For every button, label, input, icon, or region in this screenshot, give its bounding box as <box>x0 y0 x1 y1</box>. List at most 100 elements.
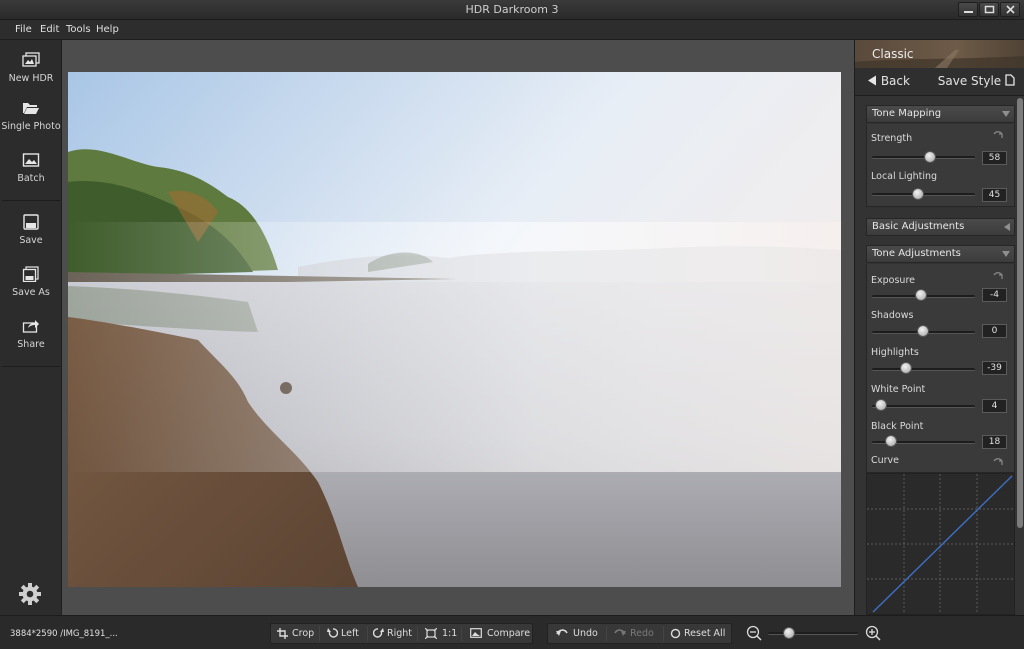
save-button[interactable]: Save <box>0 206 62 256</box>
local-lighting-value[interactable]: 45 <box>982 188 1007 202</box>
single-photo-button[interactable]: Single Photo <box>0 92 62 142</box>
section-header-tone-adjustments[interactable]: Tone Adjustments <box>866 245 1015 263</box>
close-icon <box>1006 5 1015 14</box>
chevron-left-icon <box>1004 223 1010 231</box>
crop-icon <box>277 628 288 639</box>
highlights-slider-handle[interactable] <box>900 362 912 374</box>
zoom-slider[interactable] <box>768 632 858 635</box>
menu-help[interactable]: Help <box>96 24 119 35</box>
reset-all-button[interactable]: Reset All <box>665 624 731 643</box>
left-toolbar: New HDR Single Photo Batch Save Save As … <box>0 40 62 615</box>
highlights-slider[interactable] <box>872 368 975 371</box>
close-button[interactable] <box>1000 2 1020 17</box>
curve-label: Curve <box>871 455 900 466</box>
photo-preview[interactable] <box>68 72 841 587</box>
exposure-value[interactable]: -4 <box>982 288 1007 302</box>
section-title: Tone Adjustments <box>872 248 961 259</box>
crop-button[interactable]: Crop <box>271 624 319 643</box>
exposure-slider-handle[interactable] <box>915 289 927 301</box>
compare-image-icon <box>470 628 482 638</box>
toolbar-divider <box>2 200 60 201</box>
strength-value[interactable]: 58 <box>982 151 1007 165</box>
share-arrow-icon <box>22 320 39 333</box>
gear-icon[interactable] <box>18 582 42 606</box>
style-name: Classic <box>872 47 914 61</box>
new-hdr-label: New HDR <box>8 73 54 84</box>
actual-size-label: 1:1 <box>442 628 458 639</box>
redo-icon <box>614 629 626 636</box>
rotate-right-button[interactable]: Right <box>369 624 417 643</box>
actual-size-button[interactable]: 1:1 <box>419 624 461 643</box>
save-label: Save <box>19 235 43 246</box>
maximize-button[interactable] <box>979 2 999 17</box>
reset-arrow-icon[interactable] <box>993 272 1003 280</box>
reset-arrow-icon[interactable] <box>993 458 1003 466</box>
section-title: Basic Adjustments <box>872 221 965 232</box>
minimize-button[interactable] <box>958 2 978 17</box>
new-hdr-button[interactable]: New HDR <box>0 44 62 94</box>
exposure-label: Exposure <box>871 275 915 286</box>
image-canvas[interactable] <box>62 40 854 615</box>
document-icon <box>1005 74 1015 86</box>
image-icon <box>22 153 40 167</box>
share-button[interactable]: Share <box>0 310 62 360</box>
white-point-label: White Point <box>871 384 926 395</box>
title-bar: HDR Darkroom 3 <box>0 0 1024 20</box>
back-button[interactable]: Back <box>867 74 910 88</box>
batch-button[interactable]: Batch <box>0 144 62 194</box>
menu-file[interactable]: File <box>15 24 32 35</box>
strength-label: Strength <box>871 133 913 144</box>
app-window: HDR Darkroom 3 File Edit Tools Help New … <box>0 0 1024 649</box>
white-point-value[interactable]: 4 <box>982 399 1007 413</box>
zoom-out-icon[interactable] <box>746 625 762 641</box>
save-as-label: Save As <box>12 287 50 298</box>
rotate-right-icon <box>373 628 384 638</box>
maximize-icon <box>984 5 995 14</box>
toolbar-divider <box>2 366 60 367</box>
share-label: Share <box>17 339 45 350</box>
undo-button[interactable]: Undo <box>548 624 606 643</box>
zoom-slider-handle[interactable] <box>783 627 795 639</box>
zoom-in-icon[interactable] <box>865 625 881 641</box>
style-header: Classic <box>855 40 1024 68</box>
chevron-down-icon <box>1002 111 1010 117</box>
menu-edit[interactable]: Edit <box>40 24 59 35</box>
menu-bar: File Edit Tools Help <box>0 20 1024 40</box>
local-lighting-slider-handle[interactable] <box>912 188 924 200</box>
tone-curve-editor[interactable] <box>866 473 1015 615</box>
save-as-button[interactable]: Save As <box>0 258 62 308</box>
shadows-value[interactable]: 0 <box>982 324 1007 338</box>
floppy-stack-icon <box>22 266 39 282</box>
panel-scrollbar[interactable] <box>1017 98 1023 528</box>
rotate-left-button[interactable]: Left <box>321 624 367 643</box>
minimize-icon <box>964 11 973 13</box>
section-header-tone-mapping[interactable]: Tone Mapping <box>866 105 1015 123</box>
local-lighting-label: Local Lighting <box>871 171 938 182</box>
shadows-label: Shadows <box>871 310 914 321</box>
adjustments-panel: Classic Back Save Style Tone Mapping Str… <box>854 40 1024 615</box>
reset-arrow-icon[interactable] <box>993 131 1003 139</box>
section-header-basic-adjustments[interactable]: Basic Adjustments <box>866 218 1015 236</box>
white-point-slider-handle[interactable] <box>875 399 887 411</box>
menu-tools[interactable]: Tools <box>66 24 91 35</box>
back-label: Back <box>880 74 910 88</box>
undo-icon <box>556 629 568 636</box>
compare-label: Compare <box>487 628 531 639</box>
rotate-left-label: Left <box>341 628 359 639</box>
save-style-label: Save Style <box>937 74 1002 88</box>
black-point-slider-handle[interactable] <box>885 435 897 447</box>
reset-circle-icon <box>670 628 681 639</box>
strength-slider-handle[interactable] <box>924 151 936 163</box>
save-style-button[interactable]: Save Style <box>938 74 1015 88</box>
floppy-disk-icon <box>23 214 39 230</box>
compare-button[interactable]: Compare <box>463 624 533 643</box>
folder-open-icon <box>23 103 39 114</box>
black-point-value[interactable]: 18 <box>982 435 1007 449</box>
highlights-value[interactable]: -39 <box>982 361 1007 375</box>
redo-button[interactable]: Redo <box>608 624 663 643</box>
bottom-toolbar: 3884*2590 /IMG_8191_... Crop Left Right … <box>0 615 1024 649</box>
white-point-slider[interactable] <box>872 405 975 408</box>
panel-nav-bar: Back Save Style <box>855 68 1024 96</box>
shadows-slider-handle[interactable] <box>917 325 929 337</box>
rotate-right-label: Right <box>387 628 413 639</box>
